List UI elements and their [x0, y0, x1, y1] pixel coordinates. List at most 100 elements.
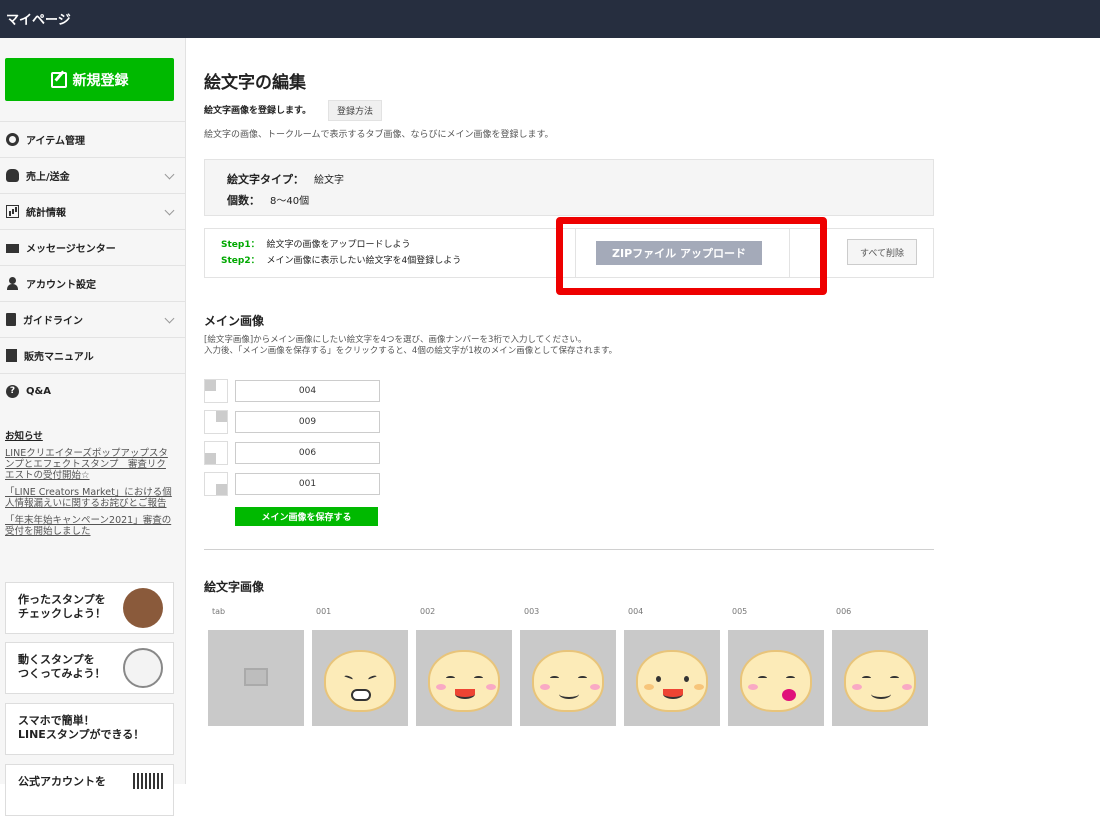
- chart-icon: [6, 205, 19, 218]
- sidebar-item-label: 販売マニュアル: [24, 352, 94, 363]
- app-title: マイページ: [6, 13, 71, 28]
- thumb-label: 001: [316, 607, 332, 616]
- sidebar-item-sales[interactable]: 売上/送金: [0, 157, 185, 193]
- main-image-number-input[interactable]: 009: [235, 411, 380, 433]
- emoji-face-smile-icon: [532, 650, 604, 712]
- question-icon: ?: [6, 385, 19, 398]
- emoji-thumbnail[interactable]: [728, 630, 824, 726]
- page-title: 絵文字の編集: [204, 73, 306, 93]
- page-description: 絵文字の画像、トークルームで表示するタブ画像、ならびにメイン画像を登録します。: [204, 130, 554, 140]
- news-section: お知らせ LINEクリエイターズポップアップスタンプとエフェクトスタンプ 審査リ…: [5, 428, 175, 543]
- news-heading[interactable]: お知らせ: [5, 428, 175, 442]
- sidebar: 新規登録 アイテム管理 売上/送金 統計情報 メッセージセンター アカウント設定…: [0, 38, 186, 816]
- sidebar-item-label: 売上/送金: [26, 172, 70, 183]
- emoji-face-laugh-icon: [428, 650, 500, 712]
- thumb-label: tab: [212, 607, 226, 616]
- emoji-thumbnail-tab[interactable]: [208, 630, 304, 726]
- howto-button[interactable]: 登録方法: [328, 100, 383, 121]
- main-image-title: メイン画像: [204, 314, 265, 328]
- new-registration-label: 新規登録: [72, 72, 129, 89]
- main-image-desc-line2: 入力後、「メイン画像を保存する」をクリックすると、4個の絵文字が1枚のメイン画像…: [204, 346, 618, 356]
- emoji-type-box: 絵文字タイプ： 絵文字 個数： 8〜40個: [204, 159, 934, 216]
- thumb-label: 002: [420, 607, 436, 616]
- sidebar-item-label: アイテム管理: [26, 136, 85, 147]
- thumb-label: 006: [836, 607, 852, 616]
- book-icon: [6, 349, 17, 362]
- news-link[interactable]: 「LINE Creators Market」における個人情報漏えいに関するお詫び…: [5, 487, 175, 509]
- step2-text: メイン画像に表示したい絵文字を4個登録しよう: [266, 256, 462, 266]
- save-main-image-button[interactable]: メイン画像を保存する: [235, 507, 378, 526]
- promo-text-line1: スマホで簡単！: [18, 714, 95, 727]
- grid-position-icon: [204, 472, 228, 496]
- brown-character-icon: [123, 588, 163, 628]
- count-value: 8〜40個: [270, 196, 310, 207]
- promo-banner-smartphone[interactable]: スマホで簡単！ LINEスタンプができる！: [5, 703, 174, 755]
- emoji-thumbnail[interactable]: [416, 630, 512, 726]
- emoji-face-happy-icon: [636, 650, 708, 712]
- gear-icon: [6, 133, 19, 146]
- sidebar-item-sales-manual[interactable]: 販売マニュアル: [0, 337, 185, 373]
- thumb-label: 005: [732, 607, 748, 616]
- user-icon: [6, 277, 19, 290]
- chevron-down-icon: [164, 169, 175, 180]
- main-image-number-input[interactable]: 004: [235, 380, 380, 402]
- sidebar-item-message-center[interactable]: メッセージセンター: [0, 229, 185, 265]
- promo-text-line2: LINEスタンプができる！: [18, 728, 145, 741]
- grid-position-icon: [204, 441, 228, 465]
- grid-position-icon: [204, 379, 228, 403]
- image-placeholder-icon: [244, 668, 268, 686]
- page-subtitle: 絵文字画像を登録します。: [204, 106, 312, 116]
- sidebar-item-label: Q&A: [26, 386, 51, 397]
- emoji-images-title: 絵文字画像: [204, 580, 265, 594]
- sidebar-item-label: メッセージセンター: [26, 244, 116, 255]
- sidebar-item-guidelines[interactable]: ガイドライン: [0, 301, 185, 337]
- sidebar-item-statistics[interactable]: 統計情報: [0, 193, 185, 229]
- step2-label: Step2：: [221, 256, 260, 266]
- emoji-thumbnail[interactable]: [312, 630, 408, 726]
- sidebar-item-label: ガイドライン: [23, 316, 83, 327]
- emoji-type-label: 絵文字タイプ：: [227, 172, 304, 186]
- delete-all-button[interactable]: すべて削除: [847, 239, 917, 265]
- edit-icon: [50, 71, 67, 88]
- main-image-desc-line1: [絵文字画像]からメイン画像にしたい絵文字を4つを選び、画像ナンバーを3桁で入力…: [204, 335, 587, 345]
- news-link[interactable]: 「年末年始キャンペーン2021」審査の受付を開始しました: [5, 515, 175, 537]
- coins-icon: [6, 169, 19, 182]
- promo-banner-animated-stickers[interactable]: 動くスタンプを つくってみよう！: [5, 642, 174, 694]
- sidebar-item-qa[interactable]: ? Q&A: [0, 373, 185, 409]
- sidebar-item-label: 統計情報: [26, 208, 66, 219]
- news-link[interactable]: LINEクリエイターズポップアップスタンプとエフェクトスタンプ 審査リクエストの…: [5, 448, 175, 481]
- divider: [204, 549, 934, 550]
- thumb-label: 004: [628, 607, 644, 616]
- sidebar-nav: アイテム管理 売上/送金 統計情報 メッセージセンター アカウント設定 ガイドラ…: [0, 121, 185, 409]
- count-label: 個数：: [227, 193, 260, 207]
- qr-code-icon: [133, 773, 163, 789]
- emoji-thumbnail[interactable]: [520, 630, 616, 726]
- emoji-thumbnail[interactable]: [832, 630, 928, 726]
- sidebar-item-item-management[interactable]: アイテム管理: [0, 121, 185, 157]
- new-registration-button[interactable]: 新規登録: [5, 58, 174, 101]
- chevron-down-icon: [164, 313, 175, 324]
- promo-banner-official-account[interactable]: 公式アカウントを: [5, 764, 174, 816]
- main-content: 絵文字の編集 絵文字画像を登録します。 登録方法 絵文字の画像、トークルームで表…: [186, 38, 1100, 784]
- chevron-down-icon: [164, 205, 175, 216]
- sidebar-item-account-settings[interactable]: アカウント設定: [0, 265, 185, 301]
- emoji-face-kiss-icon: [740, 650, 812, 712]
- emoji-type-value: 絵文字: [314, 175, 344, 186]
- step1-text: 絵文字の画像をアップロードしよう: [266, 240, 411, 250]
- thumb-label: 003: [524, 607, 540, 616]
- promo-banner-check-stickers[interactable]: 作ったスタンプを チェックしよう！: [5, 582, 174, 634]
- main-image-description: [絵文字画像]からメイン画像にしたい絵文字を4つを選び、画像ナンバーを3桁で入力…: [204, 335, 617, 357]
- document-icon: [6, 313, 16, 326]
- cony-character-icon: [123, 648, 163, 688]
- main-image-number-input[interactable]: 001: [235, 473, 380, 495]
- mail-icon: [6, 244, 19, 253]
- highlight-annotation: [556, 217, 827, 295]
- emoji-face-grin-icon: [324, 650, 396, 712]
- main-image-number-input[interactable]: 006: [235, 442, 380, 464]
- top-bar: マイページ: [0, 0, 1100, 38]
- emoji-thumbnail[interactable]: [624, 630, 720, 726]
- emoji-face-calm-icon: [844, 650, 916, 712]
- sidebar-item-label: アカウント設定: [26, 280, 96, 291]
- step1-label: Step1：: [221, 240, 260, 250]
- grid-position-icon: [204, 410, 228, 434]
